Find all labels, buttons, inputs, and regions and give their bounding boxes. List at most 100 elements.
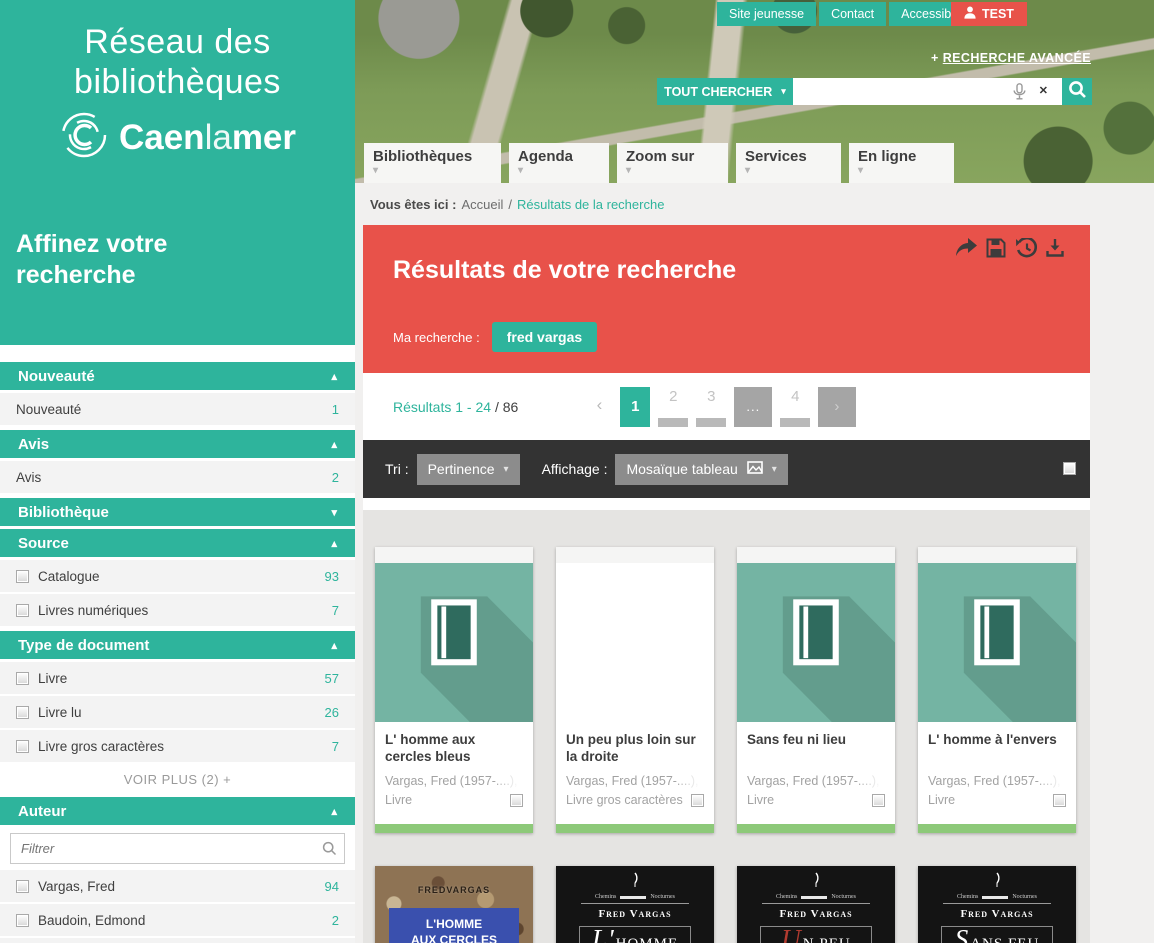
sort-dropdown[interactable]: Pertinence ▾ [417, 454, 520, 485]
book-cover[interactable]: CheminsNocturnes Fred Vargas L'HOMME A L… [556, 866, 714, 943]
link-contact[interactable]: Contact [819, 2, 886, 26]
facet-count: 93 [325, 569, 339, 584]
facet-item-avis[interactable]: Avis 2 [0, 461, 355, 495]
brand-logo-row[interactable]: Caenlamer [0, 110, 355, 165]
page-button-2[interactable]: 2 [658, 387, 688, 427]
clear-search-icon[interactable]: ✕ [1039, 84, 1048, 97]
blank-cover[interactable] [556, 563, 714, 722]
sort-display-toolbar: Tri : Pertinence ▾ Affichage : Mosaïque … [363, 440, 1090, 498]
select-all-checkbox[interactable] [1063, 462, 1076, 475]
book-cover[interactable]: FREDVARGAS L'HOMMEAUX CERCLES BLEUS [375, 866, 533, 943]
tab-en-ligne[interactable]: En ligne▾ [849, 143, 954, 183]
cover-author: Fred Vargas [556, 908, 714, 920]
result-author[interactable]: Vargas, Fred (1957-....), A [928, 774, 1066, 788]
result-title[interactable]: L' homme aux cercles bleus [385, 731, 523, 767]
collapse-arrow-icon[interactable]: ▴ [331, 805, 337, 818]
checkbox[interactable] [16, 914, 29, 927]
search-scope-dropdown[interactable]: TOUT CHERCHER ▾ [657, 78, 793, 105]
book-placeholder-cover[interactable] [375, 563, 533, 722]
result-title[interactable]: L' homme à l'envers [928, 731, 1066, 767]
checkbox[interactable] [16, 740, 29, 753]
collapse-arrow-icon[interactable]: ▴ [331, 537, 337, 550]
expand-arrow-icon[interactable]: ▾ [331, 506, 337, 519]
collection-label: CheminsNocturnes [556, 894, 714, 900]
breadcrumb: Vous êtes ici : Accueil / Résultats de l… [363, 183, 1090, 225]
facet-item-catalogue[interactable]: Catalogue 93 [0, 560, 355, 594]
search-submit-button[interactable] [1062, 78, 1092, 105]
result-card[interactable]: L' homme à l'envers Vargas, Fred (1957-.… [918, 547, 1076, 833]
facet-header-bibliotheque[interactable]: Bibliothèque ▾ [0, 498, 355, 526]
brand-block: Réseau des bibliothèques Caenlamer Affin… [0, 0, 355, 345]
collapse-arrow-icon[interactable]: ▴ [331, 639, 337, 652]
page-button-4[interactable]: 4 [780, 387, 810, 427]
link-site-jeunesse[interactable]: Site jeunesse [717, 2, 816, 26]
result-title[interactable]: Sans feu ni lieu [747, 731, 885, 767]
main-content: Vous êtes ici : Accueil / Résultats de l… [363, 183, 1090, 943]
advanced-search-link[interactable]: +RECHERCHE AVANCÉE [931, 51, 1091, 65]
book-placeholder-cover[interactable] [737, 563, 895, 722]
select-result-checkbox[interactable] [1053, 794, 1066, 807]
history-icon[interactable] [1015, 238, 1037, 258]
facet-header-type-document[interactable]: Type de document ▴ [0, 631, 355, 659]
facet-item-livres-numeriques[interactable]: Livres numériques 7 [0, 594, 355, 628]
facet-item-livre-lu[interactable]: Livre lu 26 [0, 696, 355, 730]
prev-page-button[interactable]: ‹ [597, 395, 603, 415]
facet-header-auteur[interactable]: Auteur ▴ [0, 797, 355, 825]
collection-label: CheminsNocturnes [737, 894, 895, 900]
checkbox[interactable] [16, 672, 29, 685]
checkbox[interactable] [16, 570, 29, 583]
my-search-label: Ma recherche : [393, 330, 480, 345]
facet-header-avis[interactable]: Avis ▴ [0, 430, 355, 458]
collapse-arrow-icon[interactable]: ▴ [331, 438, 337, 451]
result-card[interactable]: L' homme aux cercles bleus Vargas, Fred … [375, 547, 533, 833]
download-icon[interactable] [1046, 238, 1064, 258]
book-cover[interactable]: CheminsNocturnes Fred Vargas UN PEU PLUS… [737, 866, 895, 943]
facet-item-baudoin-edmond[interactable]: Baudoin, Edmond 2 [0, 904, 355, 938]
tab-bibliotheques[interactable]: Bibliothèques▾ [364, 143, 501, 183]
facet-header-nouveaute[interactable]: Nouveauté ▴ [0, 362, 355, 390]
display-mode-dropdown[interactable]: Mosaïque tableau ▾ [615, 454, 787, 485]
quill-icon [556, 866, 714, 893]
search-term-chip[interactable]: fred vargas [492, 322, 597, 352]
select-result-checkbox[interactable] [510, 794, 523, 807]
facet-item-doyon-josee[interactable]: Doyon, Josée 1 [0, 938, 355, 943]
collapse-arrow-icon[interactable]: ▴ [331, 370, 337, 383]
breadcrumb-home-link[interactable]: Accueil [461, 197, 503, 212]
tab-agenda[interactable]: Agenda▾ [509, 143, 609, 183]
facet-item-livre[interactable]: Livre 57 [0, 662, 355, 696]
results-range: Résultats 1 - 24 / 86 [393, 399, 518, 415]
select-result-checkbox[interactable] [691, 794, 704, 807]
book-cover[interactable]: CheminsNocturnes Fred Vargas SANS FEU NI… [918, 866, 1076, 943]
library-search-page: Réseau des bibliothèques Caenlamer Affin… [0, 0, 1154, 943]
book-placeholder-cover[interactable] [918, 563, 1076, 722]
result-card[interactable]: Sans feu ni lieu Vargas, Fred (1957-....… [737, 547, 895, 833]
account-button[interactable]: TEST [951, 2, 1027, 26]
breadcrumb-current-link[interactable]: Résultats de la recherche [517, 197, 664, 212]
result-author[interactable]: Vargas, Fred (1957-....), A [385, 774, 523, 788]
facet-item-vargas-fred[interactable]: Vargas, Fred 94 [0, 870, 355, 904]
microphone-icon[interactable] [1013, 83, 1026, 105]
result-author[interactable]: Vargas, Fred (1957-....), A [747, 774, 885, 788]
save-icon[interactable] [986, 238, 1006, 258]
facet-item-nouveaute[interactable]: Nouveauté 1 [0, 393, 355, 427]
tab-services[interactable]: Services▾ [736, 143, 841, 183]
page-button-1[interactable]: 1 [620, 387, 650, 427]
result-doc-type: Livre [747, 793, 885, 807]
facet-item-livre-gros-caracteres[interactable]: Livre gros caractères 7 [0, 730, 355, 764]
select-result-checkbox[interactable] [872, 794, 885, 807]
checkbox[interactable] [16, 706, 29, 719]
facet-header-source[interactable]: Source ▴ [0, 529, 355, 557]
page-button-3[interactable]: 3 [696, 387, 726, 427]
next-page-button[interactable]: › [818, 387, 856, 427]
result-title[interactable]: Un peu plus loin sur la droite [566, 731, 704, 767]
result-author[interactable]: Vargas, Fred (1957-....), A [566, 774, 704, 788]
author-filter-input[interactable] [10, 833, 345, 864]
tab-zoom-sur[interactable]: Zoom sur▾ [617, 143, 728, 183]
result-card[interactable]: Un peu plus loin sur la droite Vargas, F… [556, 547, 714, 833]
share-icon[interactable] [955, 238, 977, 258]
brand-line1: Réseau des [0, 22, 355, 62]
checkbox[interactable] [16, 880, 29, 893]
page-ellipsis-button[interactable]: ... [734, 387, 772, 427]
see-more-button[interactable]: VOIR PLUS (2) + [0, 764, 355, 794]
checkbox[interactable] [16, 604, 29, 617]
